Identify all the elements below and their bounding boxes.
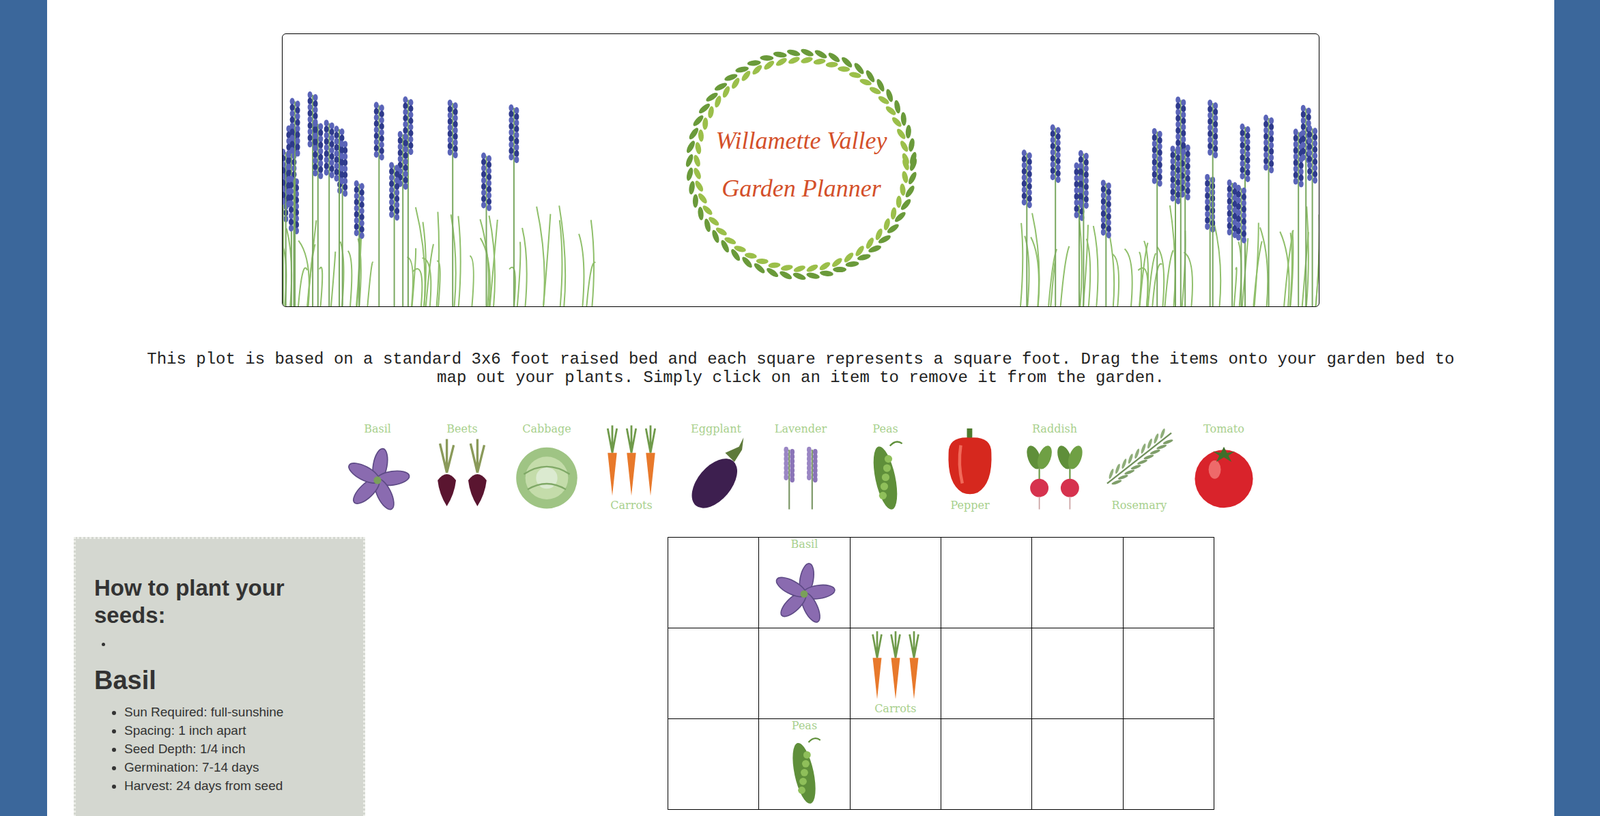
plant-item[interactable]: Peas <box>847 422 924 513</box>
lavender-icon <box>762 436 839 513</box>
plant-label: Eggplant <box>690 422 742 437</box>
garden-square[interactable] <box>941 537 1033 629</box>
plant-label: Lavender <box>774 422 827 437</box>
garden-square[interactable] <box>759 628 850 720</box>
peas-icon <box>847 436 924 513</box>
rosemary-icon <box>1101 422 1178 499</box>
carrots-icon <box>593 422 670 499</box>
wreath-icon <box>680 45 923 284</box>
plant-item[interactable]: Tomato <box>1185 422 1263 513</box>
plant-fact: Spacing: 1 inch apart <box>124 721 345 740</box>
carrots-icon <box>858 628 933 703</box>
logo-title: Willamette Valley <box>716 126 888 155</box>
tomato-icon <box>1185 436 1263 513</box>
raddish-icon <box>1016 436 1093 513</box>
lavender-left-icon <box>282 81 597 307</box>
planting-guide: How to plant your seeds: Basil Sun Requi… <box>73 537 366 816</box>
plant-fact: Harvest: 24 days from seed <box>124 776 345 796</box>
plant-label: Peas <box>872 422 898 437</box>
plant-label: Cabbage <box>522 422 572 437</box>
plant-item[interactable]: Peas <box>767 719 841 807</box>
plant-item[interactable]: Lavender <box>762 422 839 513</box>
basil-icon <box>767 551 841 626</box>
garden-square[interactable] <box>668 719 760 811</box>
plant-item[interactable]: Rosemary <box>1101 422 1178 513</box>
basil-icon <box>339 436 416 513</box>
garden-square[interactable]: Basil <box>759 537 850 629</box>
logo-subtitle: Garden Planner <box>721 174 882 203</box>
garden-square[interactable] <box>1032 537 1123 629</box>
plant-item[interactable]: Carrots <box>593 422 670 513</box>
plant-item[interactable]: Basil <box>767 537 841 626</box>
pepper-icon <box>931 422 1009 499</box>
plant-label: Basil <box>363 422 392 437</box>
plant-facts: Sun Required: full-sunshineSpacing: 1 in… <box>124 703 345 796</box>
plant-label: Rosemary <box>1111 498 1168 513</box>
plant-item[interactable]: Raddish <box>1016 422 1093 513</box>
guide-heading: How to plant your seeds: <box>94 574 345 630</box>
plant-label: Raddish <box>1032 422 1078 437</box>
logo: Willamette Valley Garden Planner <box>680 45 923 284</box>
peas-icon <box>767 733 841 807</box>
garden-square[interactable]: Peas <box>759 719 850 811</box>
garden-square[interactable] <box>1032 628 1123 720</box>
beets-icon <box>423 436 501 513</box>
plant-label: Carrots <box>610 498 652 513</box>
page: Willamette Valley Garden Planner This pl… <box>47 0 1555 816</box>
garden-square[interactable] <box>668 537 760 629</box>
plant-label: Carrots <box>874 702 917 717</box>
plant-item[interactable]: Beets <box>423 422 501 513</box>
cabbage-icon <box>508 436 585 513</box>
plant-item[interactable]: Pepper <box>931 422 1009 513</box>
garden-square[interactable] <box>850 719 942 811</box>
garden-square[interactable] <box>1123 537 1215 629</box>
garden-square[interactable] <box>1032 719 1123 811</box>
garden-square[interactable] <box>1123 628 1215 720</box>
plant-item[interactable]: Eggplant <box>677 422 755 513</box>
garden-square[interactable]: Carrots <box>850 628 942 720</box>
plant-label: Pepper <box>950 498 990 513</box>
plant-label: Basil <box>791 537 819 552</box>
plant-name: Basil <box>94 664 345 697</box>
plant-item[interactable]: Carrots <box>858 628 933 717</box>
instructions: This plot is based on a standard 3x6 foo… <box>145 350 1456 388</box>
garden-square[interactable] <box>941 719 1033 811</box>
lavender-right-icon <box>1011 81 1319 307</box>
plant-fact: Germination: 7-14 days <box>124 758 345 777</box>
garden-square[interactable] <box>1123 719 1215 811</box>
plant-label: Peas <box>791 719 818 734</box>
garden-bed[interactable]: Basil Carrots Peas <box>667 537 1215 811</box>
plant-fact: Seed Depth: 1/4 inch <box>124 739 345 759</box>
header-banner: Willamette Valley Garden Planner <box>281 33 1320 308</box>
plant-fact: Sun Required: full-sunshine <box>124 703 345 722</box>
garden-square[interactable] <box>668 628 760 720</box>
garden-square[interactable] <box>850 537 942 629</box>
garden-square[interactable] <box>941 628 1033 720</box>
plant-item[interactable]: Basil <box>339 422 416 513</box>
plant-label: Tomato <box>1203 422 1245 437</box>
plant-item[interactable]: Cabbage <box>508 422 585 513</box>
eggplant-icon <box>677 436 755 513</box>
plant-palette: Basil Beets Cabbage Carrots Eggplant Lavender… <box>337 422 1264 513</box>
plant-label: Beets <box>446 422 478 437</box>
